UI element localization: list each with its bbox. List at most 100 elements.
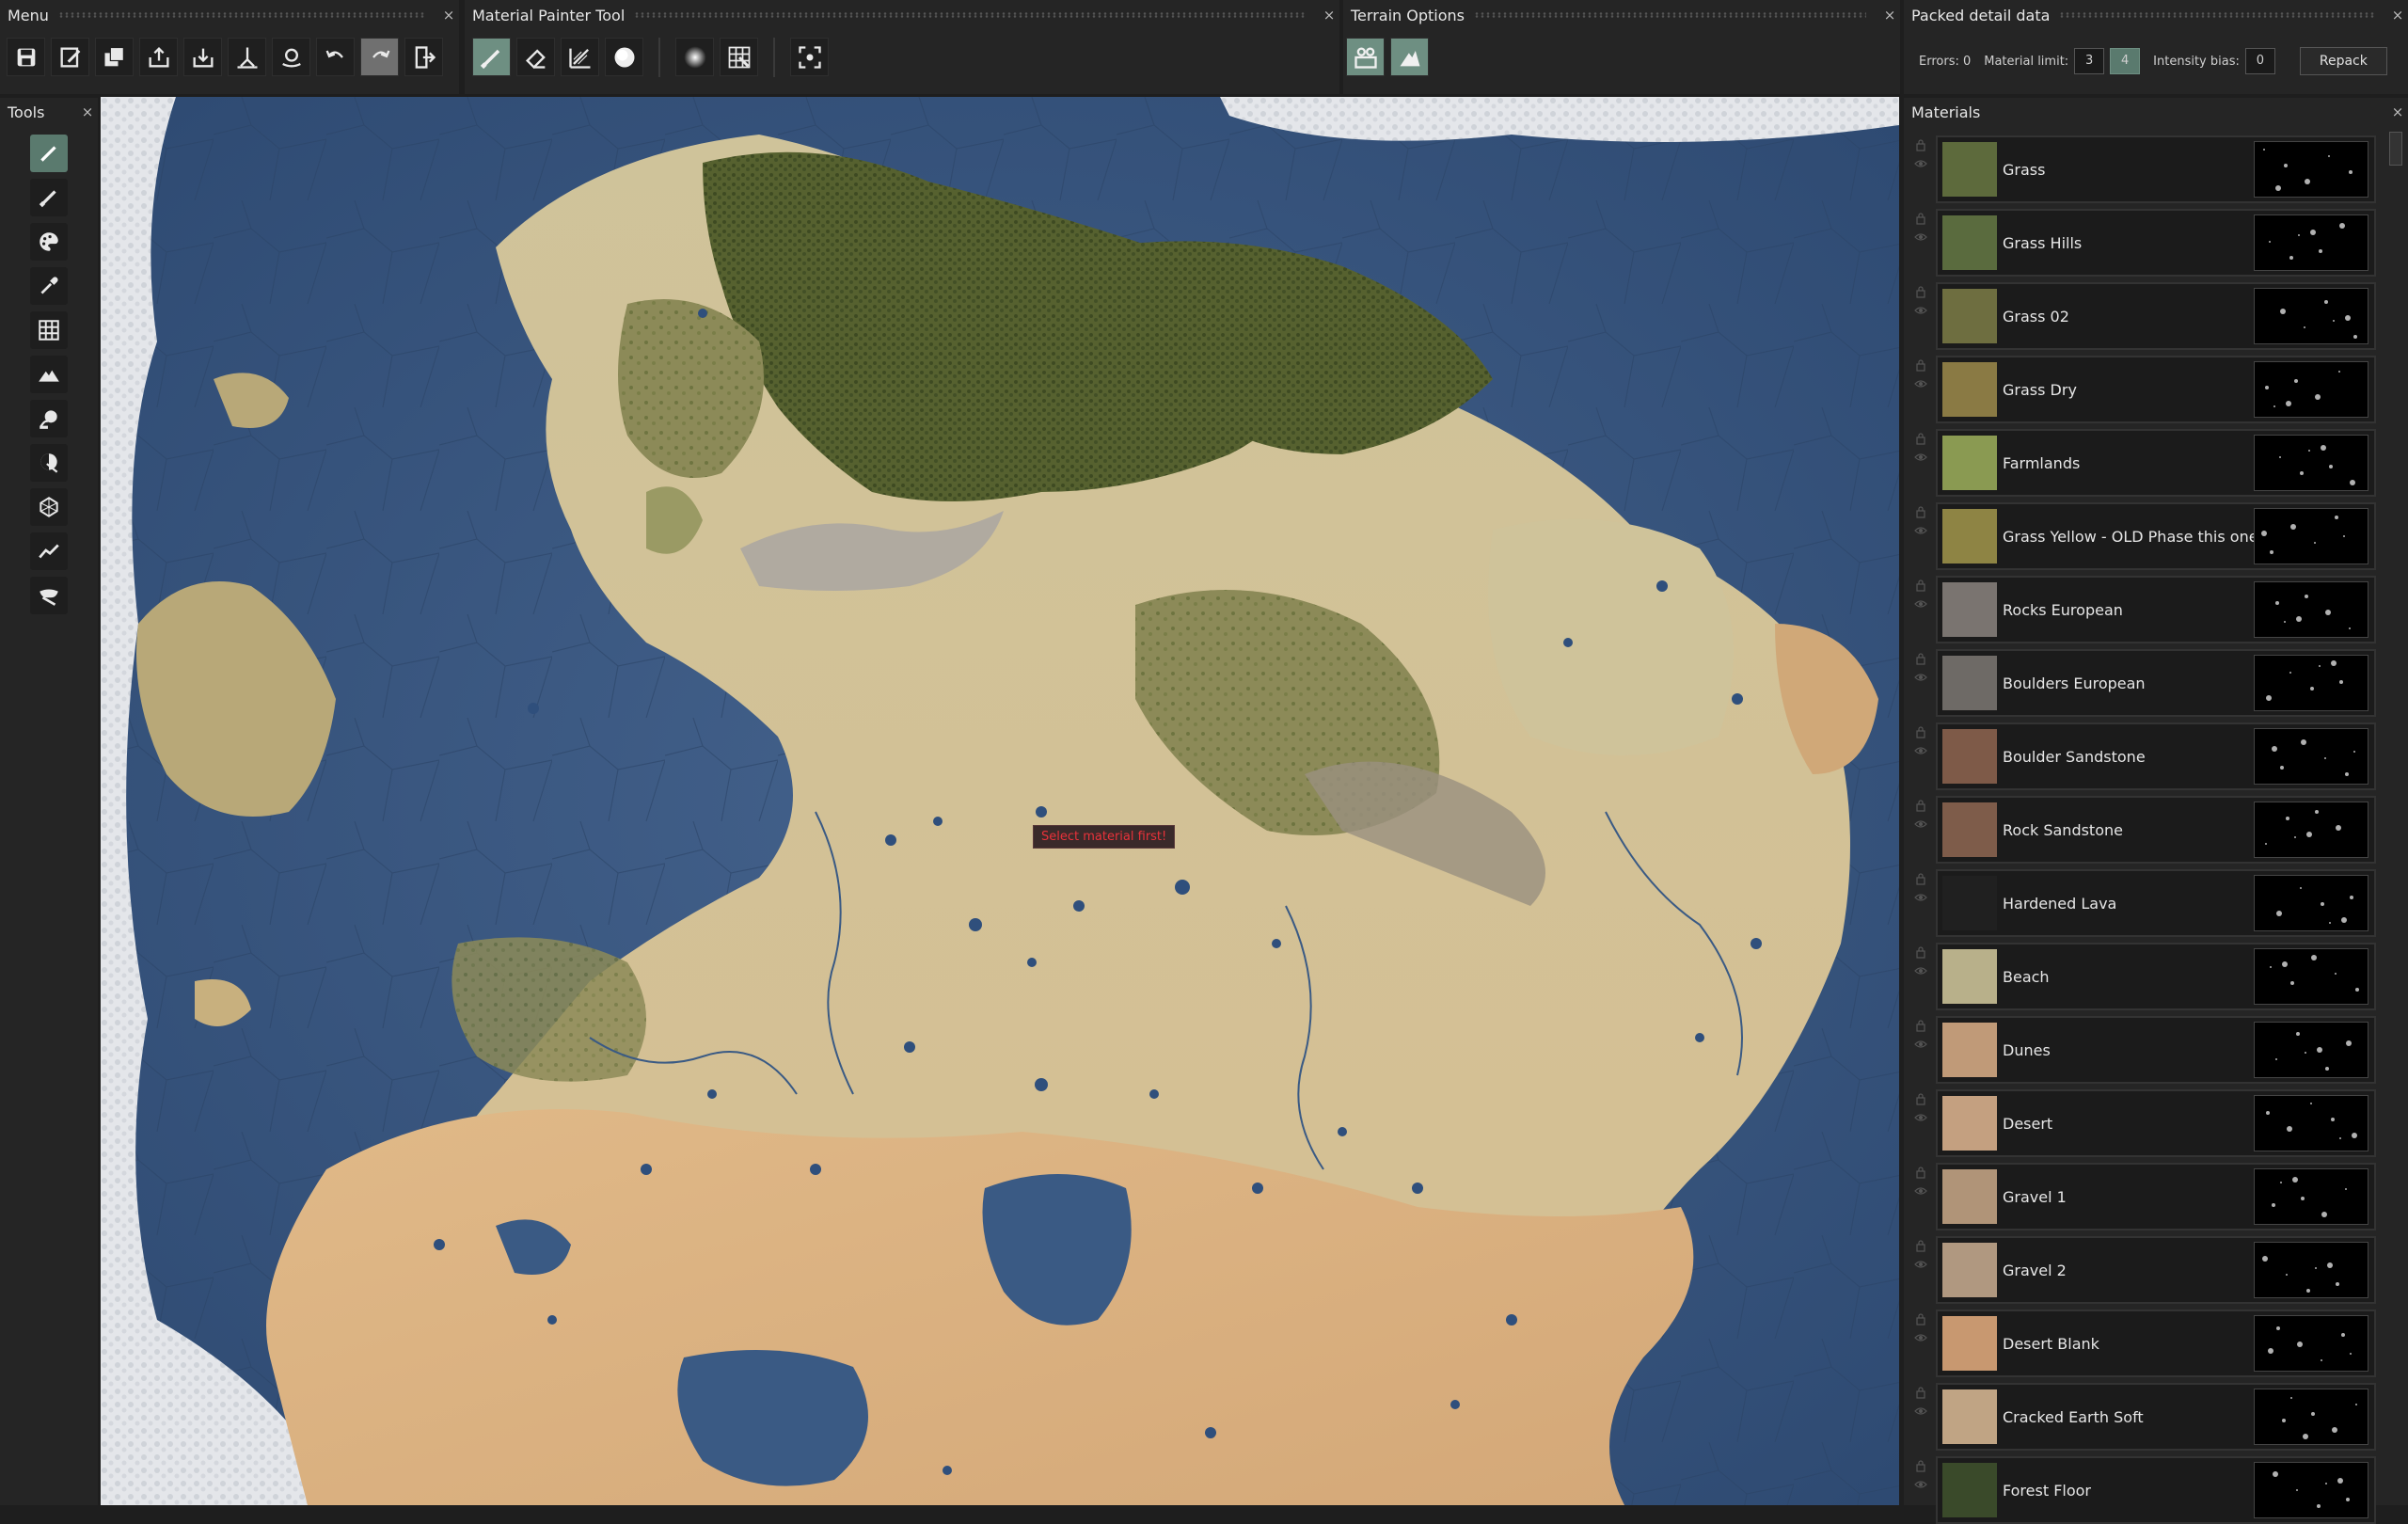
merge-button[interactable]: [228, 38, 266, 76]
material-lock-visibility-toggle[interactable]: [1914, 211, 1929, 246]
material-row[interactable]: Hardened Lava: [1936, 869, 2376, 937]
material-row[interactable]: Grass Hills: [1936, 209, 2376, 277]
sphere-brush-button[interactable]: [605, 38, 643, 76]
drag-grip[interactable]: [1473, 12, 1866, 18]
material-lock-visibility-toggle[interactable]: [1914, 651, 1929, 687]
redo-button[interactable]: [360, 38, 399, 76]
undo-button[interactable]: [316, 38, 355, 76]
tool-mountain[interactable]: [30, 356, 68, 393]
material-mask-preview: [2254, 948, 2368, 1005]
terrain-map[interactable]: [101, 97, 1899, 1505]
material-name: Grass 02: [2003, 307, 2069, 325]
save-button[interactable]: [7, 38, 45, 76]
material-lock-visibility-toggle[interactable]: [1914, 431, 1929, 467]
repack-button[interactable]: Repack: [2299, 47, 2387, 75]
tool-paint-brush[interactable]: [30, 135, 68, 172]
terrain-view-button[interactable]: [1346, 38, 1385, 76]
grid-icon: [728, 46, 750, 68]
terrain-mountain-button[interactable]: [1390, 38, 1429, 76]
material-row[interactable]: Gravel 2: [1936, 1236, 2376, 1304]
packed-close-button[interactable]: ×: [2387, 7, 2408, 24]
import-button[interactable]: [183, 38, 222, 76]
materials-close-button[interactable]: ×: [2387, 103, 2408, 120]
material-lock-visibility-toggle[interactable]: [1914, 871, 1929, 907]
materials-scrollbar[interactable]: [2389, 132, 2402, 166]
material-lock-visibility-toggle[interactable]: [1914, 1018, 1929, 1054]
material-mask-preview: [2254, 1095, 2368, 1151]
material-lock-visibility-toggle[interactable]: [1914, 1385, 1929, 1421]
tool-blend[interactable]: [30, 444, 68, 482]
drag-grip[interactable]: [57, 12, 425, 18]
material-row[interactable]: Grass Dry: [1936, 356, 2376, 423]
material-mask-preview: [2254, 1242, 2368, 1298]
drag-grip[interactable]: [634, 12, 1306, 18]
save-as-button[interactable]: [51, 38, 89, 76]
material-limit-option-3[interactable]: 3: [2074, 48, 2105, 74]
material-lock-visibility-toggle[interactable]: [1914, 945, 1929, 980]
menu-close-button[interactable]: ×: [438, 7, 459, 24]
material-lock-visibility-toggle[interactable]: [1914, 578, 1929, 613]
focus-button[interactable]: [790, 38, 829, 76]
material-lock-visibility-toggle[interactable]: [1914, 1458, 1929, 1494]
material-row[interactable]: Farmlands: [1936, 429, 2376, 497]
eraser-button[interactable]: [516, 38, 555, 76]
material-row[interactable]: Grass Yellow - OLD Phase this one ...: [1936, 502, 2376, 570]
tool-palette[interactable]: [30, 223, 68, 261]
eye-icon: [1914, 747, 1927, 754]
material-lock-visibility-toggle[interactable]: [1914, 504, 1929, 540]
material-lock-visibility-toggle[interactable]: [1914, 724, 1929, 760]
tool-grid[interactable]: [30, 311, 68, 349]
terrain-close-button[interactable]: ×: [1879, 7, 1900, 24]
tool-brush[interactable]: [30, 179, 68, 216]
material-lock-visibility-toggle[interactable]: [1914, 1311, 1929, 1347]
terrain-panel-title: Terrain Options: [1351, 6, 1465, 24]
painter-close-button[interactable]: ×: [1319, 7, 1339, 24]
save-all-button[interactable]: [95, 38, 134, 76]
material-lock-visibility-toggle[interactable]: [1914, 1238, 1929, 1274]
material-row[interactable]: Rocks European: [1936, 576, 2376, 643]
tool-shape[interactable]: [30, 488, 68, 526]
material-row[interactable]: Gravel 1: [1936, 1163, 2376, 1230]
shape-icon: [40, 497, 58, 517]
material-lock-visibility-toggle[interactable]: [1914, 1091, 1929, 1127]
toolbar-separator: [773, 38, 775, 77]
material-row[interactable]: Grass: [1936, 135, 2376, 203]
intensity-bias-input[interactable]: 0: [2244, 48, 2275, 74]
tools-close-button[interactable]: ×: [77, 103, 98, 120]
material-lock-visibility-toggle[interactable]: [1914, 798, 1929, 833]
exit-button[interactable]: [404, 38, 443, 76]
drag-grip[interactable]: [2059, 12, 2374, 18]
tool-line[interactable]: [30, 532, 68, 570]
gradient-button[interactable]: [561, 38, 599, 76]
material-row[interactable]: Desert: [1936, 1089, 2376, 1157]
material-row[interactable]: Desert Blank: [1936, 1310, 2376, 1377]
material-lock-visibility-toggle[interactable]: [1914, 137, 1929, 173]
soft-brush-button[interactable]: [675, 38, 714, 76]
settings-button[interactable]: [272, 38, 310, 76]
brush-button[interactable]: [472, 38, 511, 76]
material-mask-preview: [2254, 802, 2368, 858]
material-lock-visibility-toggle[interactable]: [1914, 357, 1929, 393]
tool-eyedropper[interactable]: [30, 267, 68, 305]
terrain-viewport[interactable]: Select material first!: [101, 97, 1899, 1505]
material-limit-option-4[interactable]: 4: [2110, 48, 2141, 74]
material-row[interactable]: Dunes: [1936, 1016, 2376, 1084]
material-row[interactable]: Forest Floor: [1936, 1456, 2376, 1524]
material-row[interactable]: Cracked Earth Soft: [1936, 1383, 2376, 1451]
redo-icon: [372, 50, 389, 58]
grid-button[interactable]: [720, 38, 758, 76]
soft-brush-icon: [683, 45, 706, 69]
material-lock-visibility-toggle[interactable]: [1914, 1165, 1929, 1200]
tool-fill[interactable]: [30, 400, 68, 437]
material-row[interactable]: Grass 02: [1936, 282, 2376, 350]
export-button[interactable]: [139, 38, 178, 76]
material-lock-visibility-toggle[interactable]: [1914, 284, 1929, 320]
fill-icon: [40, 410, 57, 429]
material-row[interactable]: Boulders European: [1936, 649, 2376, 717]
material-name: Farmlands: [2003, 453, 2081, 472]
tool-mask[interactable]: [30, 577, 68, 614]
eye-icon: [1914, 160, 1927, 167]
material-row[interactable]: Beach: [1936, 943, 2376, 1010]
material-row[interactable]: Rock Sandstone: [1936, 796, 2376, 864]
material-row[interactable]: Boulder Sandstone: [1936, 722, 2376, 790]
